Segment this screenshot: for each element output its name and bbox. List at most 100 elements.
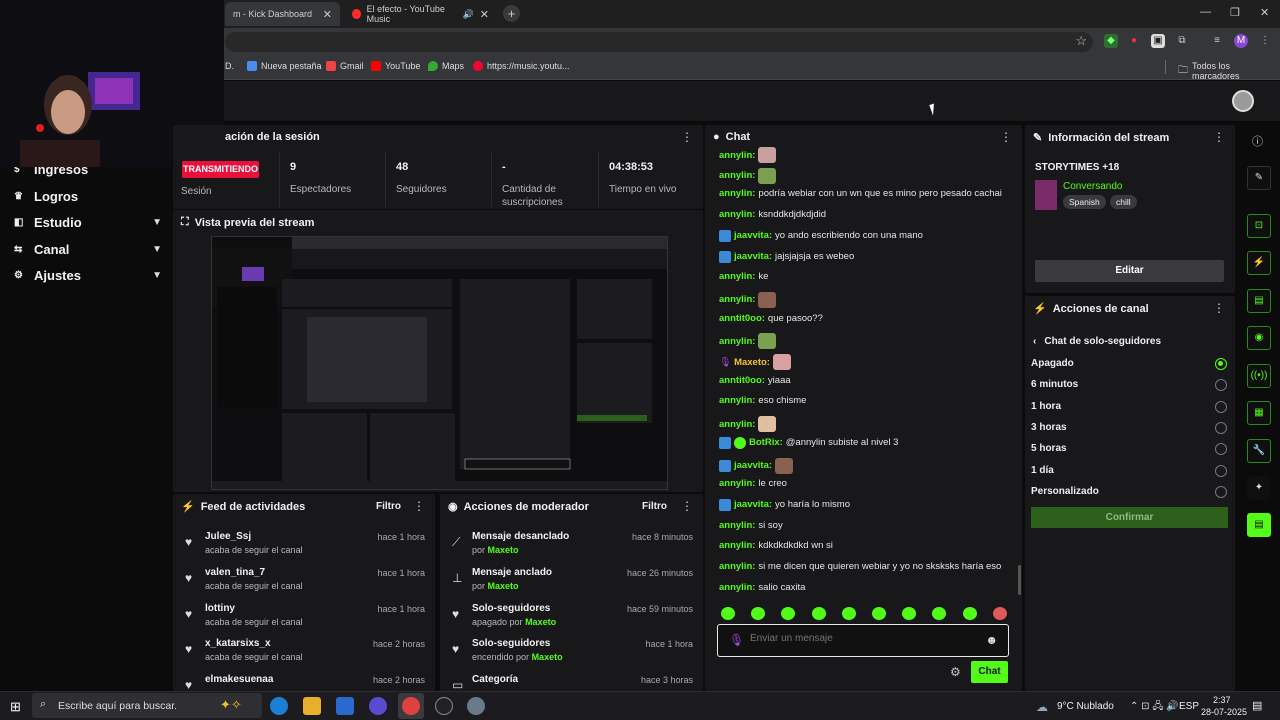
chat-message[interactable]: anntit0oo: yiaaa: [719, 375, 791, 386]
chat-username[interactable]: annylin:: [719, 294, 755, 305]
chat-message[interactable]: annylin:: [719, 147, 777, 163]
list-item[interactable]: ♥ valen_tina_7 acaba de seguir el canal hac…: [173, 567, 435, 603]
chat-message[interactable]: jaavvita: jajsjajsja es webeo: [719, 250, 854, 263]
quick-emote-icon[interactable]: [841, 607, 856, 620]
obs-icon[interactable]: [369, 697, 387, 715]
more-options-icon[interactable]: ⋮: [413, 499, 425, 513]
chat-username[interactable]: annylin:: [719, 188, 755, 199]
bookmark-d[interactable]: D.: [225, 61, 234, 71]
filter-button[interactable]: Filtro: [642, 501, 667, 512]
weather-text[interactable]: 9°C Nublado: [1057, 701, 1114, 712]
sidebar-item-logros[interactable]: ♛ Logros: [14, 185, 162, 207]
chat-username[interactable]: annylin:: [719, 561, 755, 572]
layout-tool-icon[interactable]: ▦: [1247, 401, 1271, 425]
chat-username[interactable]: annylin:: [719, 540, 755, 551]
sidebar-item-estudio[interactable]: ◧ Estudio ▼: [14, 211, 162, 233]
chat-message[interactable]: annylin:: [719, 416, 777, 433]
extensions-puzzle-icon[interactable]: ⧉: [1175, 34, 1189, 48]
list-item[interactable]: ♥ elmakesuenaa hace 2 horas: [173, 674, 435, 692]
chat-message[interactable]: annylin: ke: [719, 271, 768, 282]
chat-username[interactable]: annylin:: [719, 520, 755, 531]
avatar[interactable]: [1232, 90, 1254, 112]
close-window-icon[interactable]: ✕: [1260, 6, 1269, 19]
clock-date[interactable]: 28-07-2025: [1201, 707, 1247, 717]
raid-tool-icon[interactable]: ⊡: [1247, 214, 1271, 238]
sidebar-item-ajustes[interactable]: ⚙ Ajustes ▼: [14, 264, 162, 286]
chat-message[interactable]: annylin: si me dicen que quieren webiar y…: [719, 561, 1001, 572]
sidebar-item-canal[interactable]: ⇆ Canal ▼: [14, 238, 162, 260]
radio-button[interactable]: [1215, 358, 1227, 370]
speaker-icon[interactable]: 🔊: [463, 9, 474, 20]
language-indicator[interactable]: ESP: [1179, 701, 1199, 712]
file-explorer-icon[interactable]: [303, 697, 321, 715]
chat-message[interactable]: annylin: si soy: [719, 520, 783, 531]
media-control-icon[interactable]: ≡: [1210, 34, 1224, 48]
store-icon[interactable]: [336, 697, 354, 715]
more-options-icon[interactable]: ⋮: [1213, 130, 1225, 144]
edit-tool-icon[interactable]: ✎: [1247, 166, 1271, 190]
more-options-icon[interactable]: ⋮: [681, 130, 693, 144]
extension-record-icon[interactable]: ●: [1127, 34, 1141, 48]
chat-username[interactable]: annylin:: [719, 395, 755, 406]
chat-message[interactable]: jaavvita:: [719, 457, 794, 474]
minimize-icon[interactable]: —: [1200, 6, 1211, 18]
microphone-icon[interactable]: 🎙: [729, 633, 744, 647]
duration-option-label[interactable]: 5 horas: [1031, 443, 1067, 454]
chat-message[interactable]: anntit0oo: que pasoo??: [719, 313, 823, 324]
bookmark-youtube[interactable]: YouTube: [371, 61, 420, 71]
clock-time[interactable]: 2:37: [1213, 695, 1231, 705]
quick-emote-icon[interactable]: [811, 607, 826, 620]
chat-username[interactable]: jaavvita:: [734, 230, 772, 241]
bookmark-music[interactable]: https://music.youtu...: [473, 61, 570, 71]
windows-start-icon[interactable]: ⊞: [10, 699, 21, 715]
chat-scrollbar[interactable]: [1018, 565, 1021, 595]
duration-option-label[interactable]: Apagado: [1031, 358, 1074, 369]
chat-username[interactable]: annylin:: [719, 150, 755, 161]
chat-message[interactable]: jaavvita: yo haría lo mismo: [719, 498, 850, 511]
restore-icon[interactable]: ❐: [1230, 6, 1240, 19]
chat-message[interactable]: annylin: kdkdkdkdkd wn si: [719, 540, 833, 551]
chat-username[interactable]: annylin:: [719, 336, 755, 347]
chat-username[interactable]: annylin:: [719, 170, 755, 181]
profile-icon[interactable]: M: [1234, 34, 1248, 48]
game-tool-icon[interactable]: ✦: [1247, 476, 1271, 500]
chat-username[interactable]: jaavvita:: [734, 251, 772, 262]
chat-message[interactable]: annylin:: [719, 333, 777, 350]
chat-username[interactable]: annylin:: [719, 478, 755, 489]
quick-emote-icon[interactable]: [962, 607, 977, 620]
duration-option-label[interactable]: Personalizado: [1031, 486, 1099, 497]
chat-message[interactable]: 🎙 Maxeto:: [719, 354, 791, 370]
info-icon[interactable]: ⓘ: [1252, 133, 1263, 149]
duration-option-label[interactable]: 1 día: [1031, 465, 1054, 476]
filter-button[interactable]: Filtro: [376, 501, 401, 512]
chat-username[interactable]: annylin:: [719, 271, 755, 282]
more-options-icon[interactable]: ⋮: [1000, 130, 1012, 144]
list-item[interactable]: ⟋ Mensaje desanclado por Maxeto hace 8 minu…: [440, 531, 703, 567]
app-icon[interactable]: [435, 697, 453, 715]
chat-message[interactable]: annylin: le creo: [719, 478, 787, 489]
tray-icons[interactable]: ⌃ ⊡ 🖧 🔊: [1130, 699, 1179, 716]
notification-icon[interactable]: ▤: [1252, 699, 1262, 712]
stream-preview-video[interactable]: [211, 236, 668, 490]
chat-message[interactable]: jaavvita: yo ando escribiendo con una man…: [719, 229, 923, 242]
chat-username[interactable]: annylin:: [719, 209, 755, 220]
radio-button[interactable]: [1215, 400, 1227, 413]
chat-username[interactable]: Maxeto:: [734, 357, 770, 368]
bookmark-star-icon[interactable]: ☆: [1075, 33, 1087, 49]
radio-button[interactable]: [1215, 421, 1227, 434]
close-icon[interactable]: ✕: [323, 8, 332, 21]
confirm-button[interactable]: Confirmar: [1031, 507, 1228, 528]
chat-username[interactable]: annylin:: [719, 419, 755, 430]
list-item[interactable]: ♥ Solo-seguidores encendido por Maxeto hace…: [440, 638, 703, 674]
edge-icon[interactable]: [270, 697, 288, 715]
wrench-tool-icon[interactable]: 🔧: [1247, 439, 1271, 463]
chat-message[interactable]: BotRix: @annylin subiste al nivel 3: [719, 436, 898, 449]
bookmark-all[interactable]: 🗀 Todos los marcadores: [1178, 61, 1280, 81]
menu-kebab-icon[interactable]: ⋮: [1258, 34, 1272, 48]
quick-emote-icon[interactable]: [721, 607, 735, 620]
bookmark-maps[interactable]: Maps: [428, 61, 464, 71]
chat-username[interactable]: annylin:: [719, 582, 755, 593]
list-item[interactable]: ♥ Julee_Ssj acaba de seguir el canal hace 1…: [173, 531, 435, 567]
extension-shield-icon[interactable]: ◆: [1104, 34, 1118, 48]
bookmark-nueva-pestana[interactable]: Nueva pestaña: [247, 61, 322, 71]
